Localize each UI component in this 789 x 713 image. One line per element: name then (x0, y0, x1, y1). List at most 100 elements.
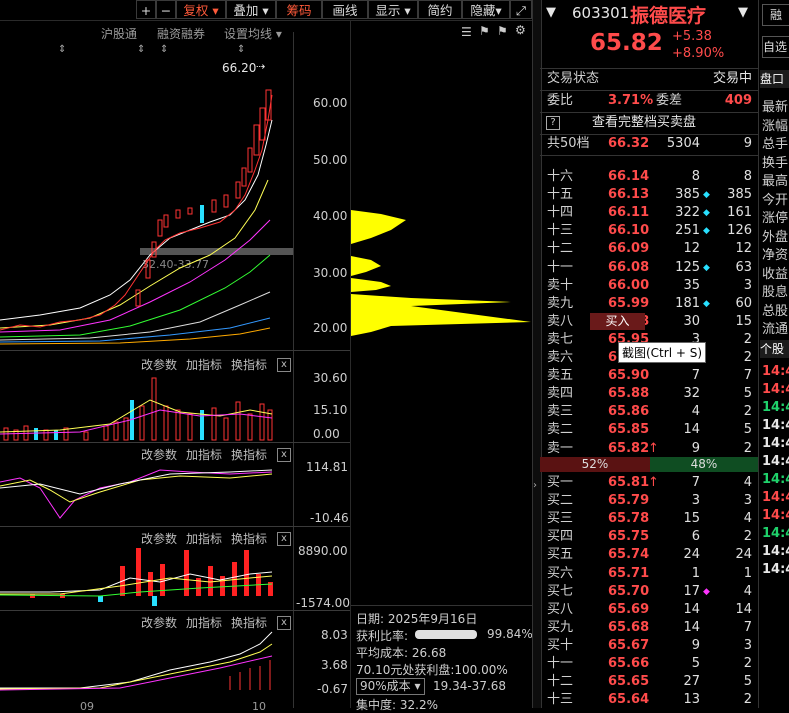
flag-icon[interactable]: ⚑ (497, 24, 508, 38)
ask-row[interactable]: 卖九 65.99 181 ◆ 60 (540, 295, 758, 313)
tab-stock[interactable]: 个股 (760, 340, 789, 358)
chip-button[interactable]: 筹码 (276, 0, 322, 19)
bid-row[interactable]: 十一 65.66 5 2 (540, 655, 758, 673)
diamond-icon: ◆ (703, 262, 710, 273)
ask-row[interactable]: 十二 66.09 12 12 (540, 240, 758, 258)
dropdown-icon: ▾ (410, 679, 421, 693)
ask-row[interactable]: 十三 66.10 251 ◆ 126 (540, 222, 758, 240)
bid-row[interactable]: 买二 65.79 3 3 (540, 492, 758, 510)
level-price: 65.65 (608, 674, 650, 690)
buy-ratio-bar: 48% (650, 457, 758, 472)
metric-label: 股息 (762, 285, 789, 300)
ask-row[interactable]: 卖八65.983015 (540, 313, 758, 331)
level-price: 65.75 (608, 529, 650, 545)
flag-icon[interactable]: ⚑ (479, 24, 490, 38)
divider (540, 112, 758, 113)
panel-divider (0, 350, 350, 351)
full-book-link[interactable]: ? 查看完整档买卖盘 (540, 114, 758, 132)
level-price: 66.00 (608, 277, 650, 293)
weicha-value: 409 (724, 93, 752, 108)
level-change: 63 (735, 259, 752, 275)
draw-line-button[interactable]: 画线 (322, 0, 368, 19)
ask-row[interactable]: 十一 66.08 125 ◆ 63 (540, 259, 758, 277)
level-label: 十二 (547, 241, 574, 257)
level-change: 4 (743, 511, 752, 527)
bid-row[interactable]: 十三 65.64 13 2 (540, 691, 758, 709)
ask-row[interactable]: 卖四 65.88 32 5 (540, 385, 758, 403)
gear-icon[interactable]: ⚙ (515, 23, 526, 37)
level-change: 60 (735, 295, 752, 311)
watchlist-button[interactable]: 自选 (762, 36, 789, 58)
hide-button[interactable]: 隐藏▾ (462, 0, 510, 19)
level-label: 十三 (547, 223, 574, 239)
level-volume: 9 (691, 637, 700, 653)
cost-select-value: 90%成本 (360, 679, 411, 693)
level-change: 2 (743, 529, 752, 545)
level-price: 65.67 (608, 637, 650, 653)
zoom-out-button[interactable]: − (156, 0, 176, 19)
level-label: 买三 (547, 511, 574, 527)
level-label: 买九 (547, 619, 574, 635)
chevron-down-icon[interactable]: ▼ (738, 5, 748, 20)
ask-row[interactable]: 卖二 65.85 14 5 (540, 421, 758, 439)
bid-row[interactable]: 买五 65.74 24 24 (540, 546, 758, 564)
level-price: 65.85 (608, 422, 650, 438)
metric-label: 总股 (762, 303, 789, 319)
ask-row[interactable]: 卖五 65.90 7 7 (540, 367, 758, 385)
bid-row[interactable]: 买六 65.71 1 1 (540, 565, 758, 583)
level-label: 卖七 (547, 331, 574, 347)
level-price: 65.79 (608, 493, 650, 509)
price-axis-label: 20.00 (313, 321, 348, 335)
rzrq-tab[interactable]: 融资融券 (157, 25, 205, 42)
hgt-tab[interactable]: 沪股通 (101, 25, 137, 42)
volume-bars-svg (0, 377, 273, 441)
ma-settings-tab[interactable]: 设置均线 ▾ (224, 25, 282, 42)
buy-button[interactable]: 买入 (590, 313, 645, 330)
chevron-down-icon[interactable]: ▼ (546, 5, 556, 20)
date-tick: 10 (252, 700, 266, 713)
display-button[interactable]: 显示 ▾ (368, 0, 418, 19)
full-book-label: 查看完整档买卖盘 (592, 115, 697, 130)
list-icon[interactable]: ☰ (461, 25, 472, 39)
question-icon: ? (546, 116, 560, 130)
level-change: 2 (743, 692, 752, 708)
level-volume: 14 (683, 619, 700, 635)
ask-row[interactable]: 卖三 65.86 4 2 (540, 403, 758, 421)
profit-ratio-label: 获利比率: (356, 629, 409, 643)
collapse-arrow-icon[interactable]: › (533, 480, 537, 491)
level-label: 十六 (547, 169, 574, 184)
level-volume: 7 (691, 368, 700, 384)
simple-button[interactable]: 简约 (418, 0, 462, 19)
bid-row[interactable]: 买八 65.69 14 14 (540, 601, 758, 619)
level-volume: 24 (683, 547, 700, 563)
overlay-button[interactable]: 叠加 ▾ (226, 0, 276, 19)
dropdown-icon: ▾ (272, 27, 282, 41)
fuquan-button[interactable]: 复权 ▾ (176, 0, 226, 19)
ask-row[interactable]: 十六 66.14 8 8 (540, 168, 758, 186)
level-label: 卖三 (547, 404, 574, 420)
ask-row[interactable]: 十五 66.13 385 ◆ 385 (540, 186, 758, 204)
bid-row[interactable]: 买四 65.75 6 2 (540, 528, 758, 546)
zoom-in-button[interactable]: + (136, 0, 156, 19)
ask-row[interactable]: 十四 66.11 322 ◆ 161 (540, 204, 758, 222)
ask-row[interactable]: 卖一 65.82 9 2 ↑ (540, 440, 758, 458)
bid-row[interactable]: 买三 65.78 15 4 (540, 510, 758, 528)
bid-row[interactable]: 十二 65.65 27 5 (540, 673, 758, 691)
tab-pankou[interactable]: 盘口 (760, 70, 789, 88)
ask-row[interactable]: 卖十 66.00 35 3 (540, 277, 758, 295)
bid-row[interactable]: 买七 65.70 17 ◆ 4 (540, 583, 758, 601)
bid-row[interactable]: 买九 65.68 14 7 (540, 619, 758, 637)
bid-row[interactable]: 买十 65.67 9 3 (540, 637, 758, 655)
depth-count: 9 (743, 136, 752, 151)
profit-ratio-fill (415, 630, 477, 639)
level-price: 66.11 (608, 205, 650, 221)
cost-select[interactable]: 90%成本 ▾ (356, 678, 425, 695)
fullscreen-icon[interactable]: ⤢ (510, 0, 532, 19)
tick-time: 14:4 (762, 562, 789, 577)
fuquan-label: 复权 (183, 3, 209, 18)
margin-button[interactable]: 融 (762, 4, 789, 26)
kline-chart[interactable]: 沪股通 融资融券 设置均线 ▾ ⇕ ⇕ ⇕ ⇕ 66.20 ⇢ 60.00 50… (0, 20, 350, 713)
bid-row[interactable]: 买一 65.81 7 4 ↑ (540, 474, 758, 492)
date-label: 日期: (356, 612, 385, 626)
level-volume: 1 (691, 565, 700, 581)
